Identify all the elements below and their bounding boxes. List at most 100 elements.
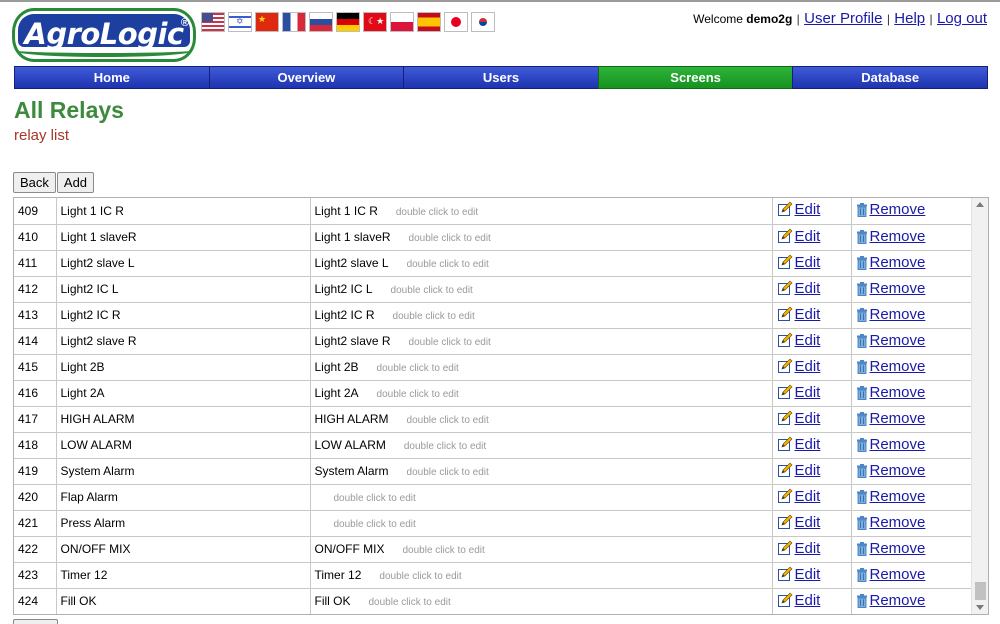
fr-flag-icon[interactable] — [282, 12, 306, 32]
remove-link[interactable]: Remove — [870, 384, 926, 401]
edit-link[interactable]: Edit — [795, 540, 821, 557]
edit-icon[interactable] — [777, 332, 793, 351]
trash-icon[interactable] — [856, 255, 868, 273]
user-profile-link[interactable]: User Profile — [804, 10, 882, 27]
trash-icon[interactable] — [856, 489, 868, 507]
trash-icon[interactable] — [856, 203, 868, 220]
relay-label-cell[interactable]: Light 2B double click to edit — [310, 354, 773, 381]
relay-label-cell[interactable]: Fill OK double click to edit — [310, 588, 773, 614]
edit-icon[interactable] — [777, 410, 793, 429]
trash-icon[interactable] — [856, 593, 868, 611]
edit-icon[interactable] — [777, 488, 793, 507]
es-flag-icon[interactable] — [417, 12, 441, 32]
remove-link[interactable]: Remove — [870, 228, 926, 245]
trash-icon[interactable] — [856, 307, 868, 325]
edit-link[interactable]: Edit — [795, 514, 821, 531]
relay-label-cell[interactable]: Light 1 IC R double click to edit — [310, 198, 773, 225]
relay-label-cell[interactable]: LOW ALARM double click to edit — [310, 432, 773, 459]
jp-flag-icon[interactable] — [444, 12, 468, 32]
nav-database[interactable]: Database — [792, 66, 988, 89]
remove-link[interactable]: Remove — [870, 306, 926, 323]
trash-icon[interactable] — [856, 437, 868, 455]
edit-icon[interactable] — [777, 358, 793, 377]
remove-link[interactable]: Remove — [870, 280, 926, 297]
nav-home[interactable]: Home — [14, 66, 209, 89]
remove-link[interactable]: Remove — [870, 566, 926, 583]
trash-icon[interactable] — [856, 411, 868, 429]
edit-link[interactable]: Edit — [795, 201, 821, 218]
relay-label-cell[interactable]: ON/OFF MIX double click to edit — [310, 536, 773, 563]
nav-overview[interactable]: Overview — [208, 66, 404, 89]
de-flag-icon[interactable] — [336, 12, 360, 32]
edit-link[interactable]: Edit — [795, 592, 821, 609]
relay-label-cell[interactable]: Light2 slave L double click to edit — [310, 250, 773, 277]
remove-link[interactable]: Remove — [870, 436, 926, 453]
cn-flag-icon[interactable] — [255, 12, 279, 32]
trash-icon[interactable] — [856, 515, 868, 533]
agrologic-logo[interactable]: AgroLogic ® — [12, 8, 196, 62]
remove-link[interactable]: Remove — [870, 332, 926, 349]
table-scrollbar[interactable] — [971, 198, 988, 614]
edit-icon[interactable] — [777, 228, 793, 247]
relay-label-cell[interactable]: HIGH ALARM double click to edit — [310, 406, 773, 433]
relay-label-cell[interactable]: Light2 IC R double click to edit — [310, 302, 773, 329]
trash-icon[interactable] — [856, 567, 868, 585]
edit-link[interactable]: Edit — [795, 410, 821, 427]
relay-label-cell[interactable]: double click to edit — [310, 510, 773, 537]
remove-link[interactable]: Remove — [870, 201, 926, 218]
kr-flag-icon[interactable] — [471, 12, 495, 32]
back-button[interactable]: Back — [13, 172, 56, 193]
add-button[interactable]: Add — [56, 172, 95, 193]
edit-icon[interactable] — [777, 306, 793, 325]
edit-icon[interactable] — [777, 254, 793, 273]
relay-label-cell[interactable]: Light2 slave R double click to edit — [310, 328, 773, 355]
relay-label-cell[interactable]: Timer 12 double click to edit — [310, 562, 773, 589]
edit-icon[interactable] — [777, 566, 793, 585]
scroll-thumb[interactable] — [975, 582, 986, 600]
relay-label-cell[interactable]: Light 2A double click to edit — [310, 380, 773, 407]
edit-link[interactable]: Edit — [795, 488, 821, 505]
remove-link[interactable]: Remove — [870, 254, 926, 271]
edit-icon[interactable] — [777, 592, 793, 611]
edit-link[interactable]: Edit — [795, 332, 821, 349]
edit-link[interactable]: Edit — [795, 384, 821, 401]
edit-link[interactable]: Edit — [795, 254, 821, 271]
scroll-down-arrow-icon[interactable] — [976, 605, 984, 610]
trash-icon[interactable] — [856, 541, 868, 559]
edit-link[interactable]: Edit — [795, 358, 821, 375]
pl-flag-icon[interactable] — [390, 12, 414, 32]
trash-icon[interactable] — [856, 333, 868, 351]
edit-icon[interactable] — [777, 436, 793, 455]
trash-icon[interactable] — [856, 359, 868, 377]
trash-icon[interactable] — [856, 385, 868, 403]
edit-link[interactable]: Edit — [795, 436, 821, 453]
edit-icon[interactable] — [777, 280, 793, 299]
logout-link[interactable]: Log out — [937, 10, 987, 27]
relay-label-cell[interactable]: double click to edit — [310, 484, 773, 511]
edit-icon[interactable] — [777, 384, 793, 403]
edit-link[interactable]: Edit — [795, 280, 821, 297]
trash-icon[interactable] — [856, 463, 868, 481]
edit-link[interactable]: Edit — [795, 462, 821, 479]
edit-link[interactable]: Edit — [795, 566, 821, 583]
remove-link[interactable]: Remove — [870, 488, 926, 505]
remove-link[interactable]: Remove — [870, 358, 926, 375]
remove-link[interactable]: Remove — [870, 462, 926, 479]
trash-icon[interactable] — [856, 229, 868, 247]
il-flag-icon[interactable] — [228, 12, 252, 32]
remove-link[interactable]: Remove — [870, 410, 926, 427]
remove-link[interactable]: Remove — [870, 540, 926, 557]
nav-screens[interactable]: Screens — [597, 66, 793, 89]
edit-icon[interactable] — [777, 201, 793, 220]
tr-flag-icon[interactable] — [363, 12, 387, 32]
nav-users[interactable]: Users — [403, 66, 598, 89]
trash-icon[interactable] — [856, 281, 868, 299]
edit-icon[interactable] — [777, 540, 793, 559]
edit-link[interactable]: Edit — [795, 306, 821, 323]
edit-link[interactable]: Edit — [795, 228, 821, 245]
scroll-up-arrow-icon[interactable] — [976, 202, 984, 207]
relay-label-cell[interactable]: System Alarm double click to edit — [310, 458, 773, 485]
remove-link[interactable]: Remove — [870, 514, 926, 531]
ru-flag-icon[interactable] — [309, 12, 333, 32]
relay-label-cell[interactable]: Light 1 slaveR double click to edit — [310, 224, 773, 251]
